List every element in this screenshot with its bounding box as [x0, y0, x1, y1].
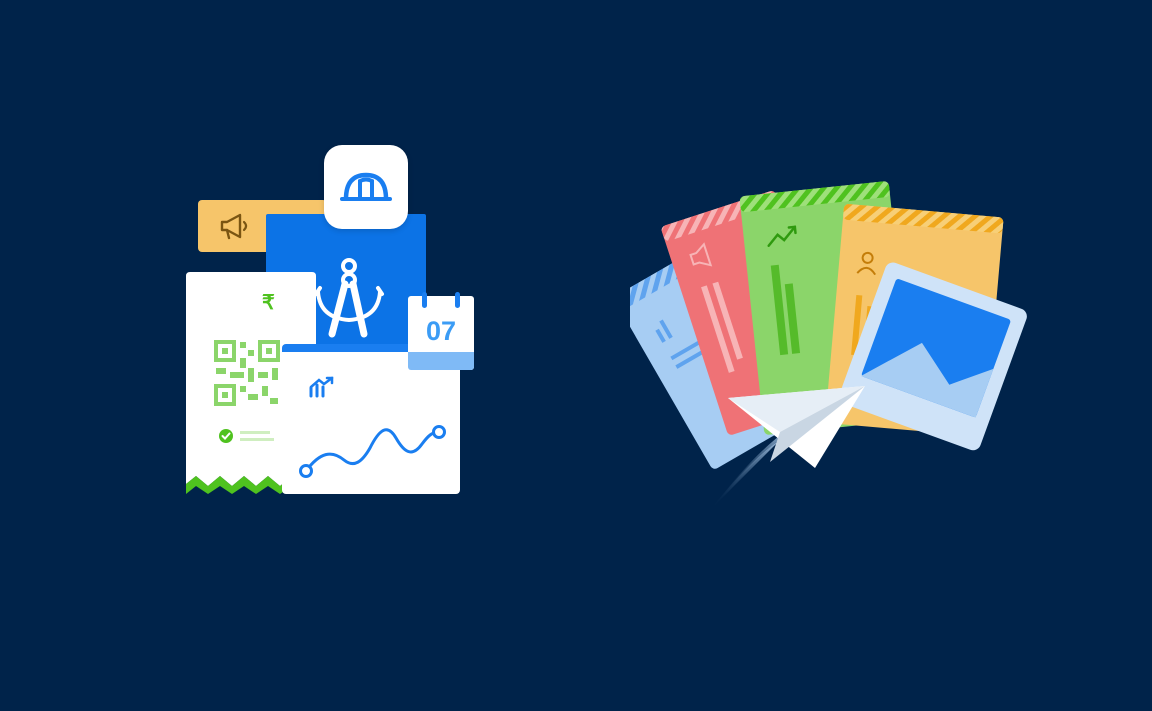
currency-symbol: ₹ — [262, 292, 275, 314]
megaphone-icon — [220, 213, 248, 240]
hardhat-tile — [324, 145, 408, 229]
calendar-day: 07 — [425, 316, 457, 346]
trend-line-chart — [299, 425, 446, 478]
hardhat-icon — [340, 172, 392, 201]
document-fan-illustration — [630, 181, 1027, 510]
left-illustration: ₹ 07 — [0, 0, 576, 711]
compass-icon — [314, 258, 384, 338]
